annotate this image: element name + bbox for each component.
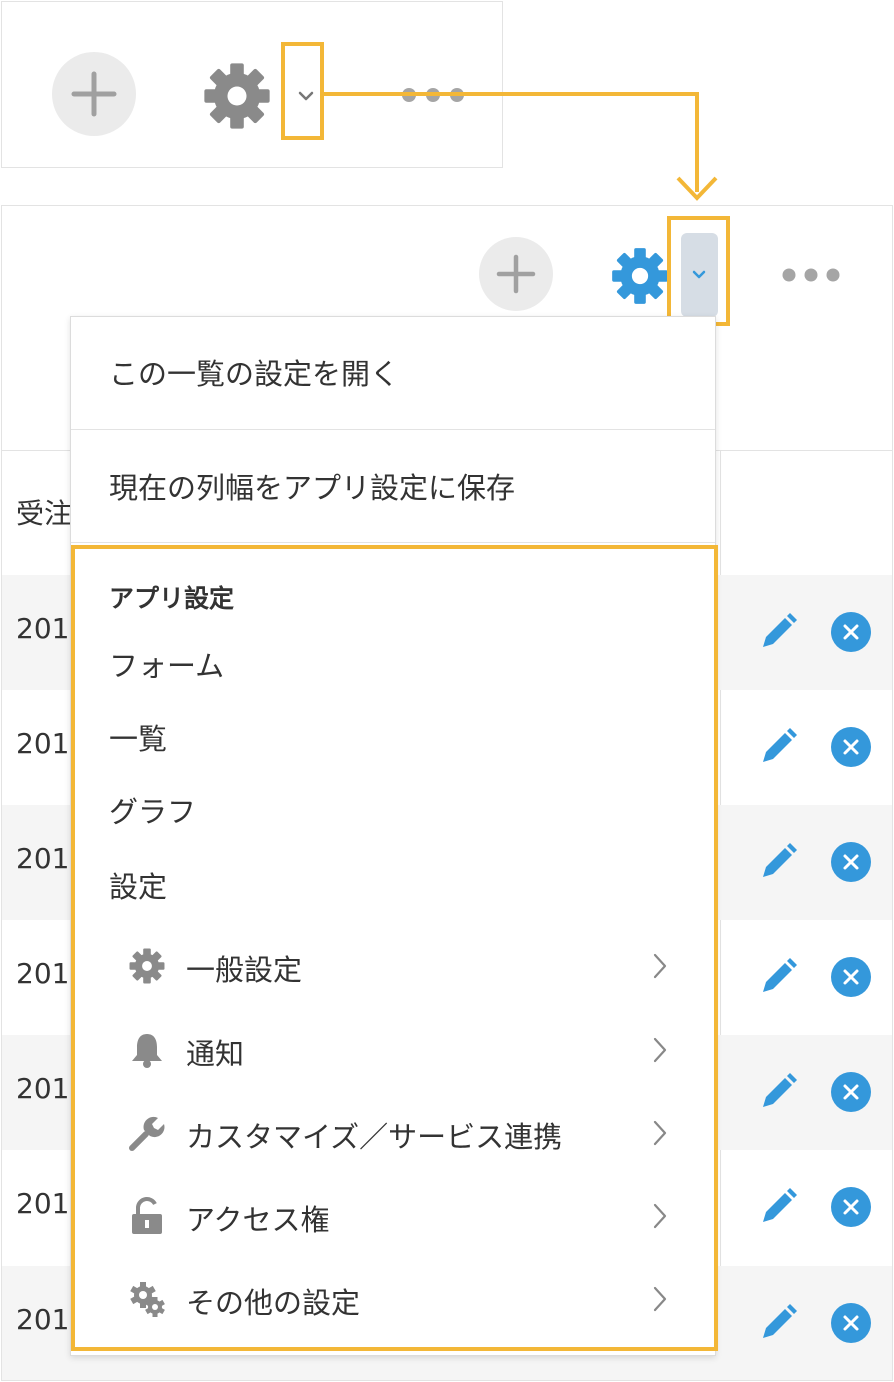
close-icon xyxy=(843,1199,859,1215)
row-date: 201 xyxy=(16,612,70,645)
row-date: 201 xyxy=(16,727,70,760)
plus-icon xyxy=(496,254,536,294)
menu-divider xyxy=(71,429,715,430)
highlight-box-mini-chevron xyxy=(281,42,324,140)
delete-button[interactable] xyxy=(831,1187,871,1227)
close-icon xyxy=(843,1084,859,1100)
highlight-box-main-chevron xyxy=(667,216,730,326)
row-date: 201 xyxy=(16,1303,70,1336)
table-header-order: 受注 xyxy=(16,497,73,530)
add-record-button[interactable] xyxy=(52,52,136,136)
pencil-icon[interactable] xyxy=(757,726,799,768)
more-icon[interactable] xyxy=(781,266,841,284)
close-icon xyxy=(843,624,859,640)
delete-button[interactable] xyxy=(831,1072,871,1112)
delete-button[interactable] xyxy=(831,957,871,997)
add-record-button[interactable] xyxy=(479,237,553,311)
menu-divider xyxy=(71,542,715,543)
row-date: 201 xyxy=(16,842,70,875)
close-icon xyxy=(843,1315,859,1331)
delete-button[interactable] xyxy=(831,612,871,652)
pencil-icon[interactable] xyxy=(757,956,799,998)
gear-icon[interactable] xyxy=(611,247,669,305)
close-icon xyxy=(843,969,859,985)
menu-item-open-list-settings[interactable]: この一覧の設定を開く xyxy=(71,351,715,393)
delete-button[interactable] xyxy=(831,842,871,882)
menu-item-save-column-width[interactable]: 現在の列幅をアプリ設定に保存 xyxy=(71,465,715,507)
pencil-icon[interactable] xyxy=(757,611,799,653)
mini-toolbar-panel xyxy=(1,1,503,168)
pencil-icon[interactable] xyxy=(757,841,799,883)
pencil-icon[interactable] xyxy=(757,1071,799,1113)
delete-button[interactable] xyxy=(831,1303,871,1343)
row-date: 201 xyxy=(16,1187,70,1220)
highlight-box-app-settings xyxy=(71,545,718,1351)
row-date: 201 xyxy=(16,957,70,990)
close-icon xyxy=(843,854,859,870)
pencil-icon[interactable] xyxy=(757,1186,799,1228)
plus-icon xyxy=(71,71,117,117)
gear-icon[interactable] xyxy=(203,62,271,130)
delete-button[interactable] xyxy=(831,727,871,767)
pencil-icon[interactable] xyxy=(757,1302,799,1344)
close-icon xyxy=(843,739,859,755)
row-date: 201 xyxy=(16,1072,70,1105)
more-icon[interactable] xyxy=(400,86,466,104)
